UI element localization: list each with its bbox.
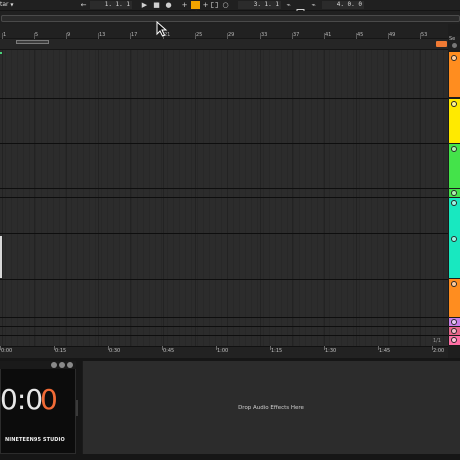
time-label: 0:45 [163, 348, 175, 354]
lane-separator [0, 233, 448, 234]
bar-number-label: 5 [35, 32, 39, 38]
track-3b-activator-icon[interactable] [451, 190, 457, 196]
bar-number-label: 13 [99, 32, 106, 38]
lane-separator [0, 188, 448, 189]
track-3-activator-icon[interactable] [451, 146, 457, 152]
bar-grid-line [163, 50, 164, 346]
time-label: 1:15 [271, 348, 283, 354]
time-label: 1:00 [217, 348, 229, 354]
timer-display-seconds: 0 [40, 383, 58, 416]
set-panel: Se [449, 36, 460, 50]
overview-scroll-bar[interactable] [1, 15, 460, 22]
time-label: 0:00 [1, 348, 13, 354]
transport-bar [0, 0, 460, 11]
tempo-select[interactable]: tar ▼ [0, 1, 14, 9]
bar-grid-line [98, 50, 99, 346]
time-label: 1:30 [325, 348, 337, 354]
track-4b-activator-icon[interactable] [451, 236, 457, 242]
time-label: 2:00 [433, 348, 445, 354]
capture-icon[interactable] [211, 2, 218, 8]
loop-length-field[interactable]: 4. 0. 0 [322, 1, 364, 9]
bar-number-label: 33 [261, 32, 268, 38]
device-save-icon[interactable] [67, 362, 73, 368]
bar-number-label: 37 [293, 32, 300, 38]
track-8-activator-icon[interactable] [451, 337, 457, 343]
loop-toggle-icon[interactable] [296, 1, 305, 15]
bar-grid-line [420, 50, 421, 346]
track-2-activator-icon[interactable] [451, 101, 457, 107]
stop-icon[interactable]: ■ [152, 1, 161, 9]
arrangement-view[interactable] [0, 50, 448, 346]
track-5-activator-icon[interactable] [451, 281, 457, 287]
set-label: Se [449, 36, 456, 42]
track-1-activator-icon[interactable] [451, 55, 457, 61]
loop-brace[interactable] [16, 40, 49, 44]
bar-number-label: 1 [3, 32, 7, 38]
lane-separator [0, 143, 448, 144]
page-indicator: 1/1 [433, 338, 442, 344]
track-7-activator-icon[interactable] [451, 328, 457, 334]
lane-separator [0, 326, 448, 327]
time-label: 0:30 [109, 348, 121, 354]
time-label: 1:45 [379, 348, 391, 354]
drop-zone-label: Drop Audio Effects Here [238, 405, 304, 411]
device-settings-icon[interactable] [59, 362, 65, 368]
lane-separator [0, 279, 448, 280]
set-dot-icon[interactable] [452, 43, 457, 48]
locator-button[interactable] [436, 41, 447, 55]
add-icon[interactable]: + [201, 1, 210, 9]
bar-number-label: 49 [389, 32, 396, 38]
device-power-icon[interactable] [51, 362, 57, 368]
bar-number-label: 17 [131, 32, 138, 38]
bar-grid-line [34, 50, 35, 346]
automation-arm-button[interactable] [191, 1, 200, 15]
lane-separator [0, 317, 448, 318]
chevron-down-icon: ▼ [10, 2, 14, 7]
session-record-icon[interactable]: ○ [221, 1, 230, 9]
record-icon[interactable]: ● [164, 1, 173, 9]
time-label: 0:15 [55, 348, 67, 354]
bar-grid-line [356, 50, 357, 346]
loop-brace-lane[interactable] [0, 39, 448, 50]
track-4-activator-icon[interactable] [451, 200, 457, 206]
device-chain-divider[interactable] [76, 400, 78, 416]
ableton-window: tar ▼ ← 1. 1. 1 ▶ ■ ● + + ○ 3. 1. 1 ⌁ ⌁ … [0, 0, 460, 460]
studio-label: NINETEEN95 STUDIO [5, 437, 65, 443]
bar-grid-line [2, 50, 3, 346]
mouse-cursor-icon [156, 21, 168, 37]
bar-grid-line [66, 50, 67, 346]
track-6-activator-icon[interactable] [451, 319, 457, 325]
bar-grid-line [324, 50, 325, 346]
punch-in-icon[interactable]: ⌁ [284, 1, 293, 9]
tempo-select-value: tar [0, 1, 9, 8]
clip-edge-marker [0, 236, 2, 278]
lane-separator [0, 98, 448, 99]
position-field[interactable]: 1. 1. 1 [90, 1, 132, 9]
bar-grid-line [195, 50, 196, 346]
bar-number-label: 25 [196, 32, 203, 38]
loop-start-field[interactable]: 3. 1. 1 [238, 1, 281, 9]
play-icon[interactable]: ▶ [140, 1, 149, 9]
bar-grid-line [260, 50, 261, 346]
bar-number-label: 45 [357, 32, 364, 38]
lane-separator [0, 197, 448, 198]
bar-number-label: 53 [421, 32, 428, 38]
add-icon[interactable]: + [180, 1, 189, 9]
bar-grid-line [130, 50, 131, 346]
bar-number-label: 9 [67, 32, 71, 38]
punch-out-icon[interactable]: ⌁ [309, 1, 318, 9]
lane-separator [0, 335, 448, 336]
bar-grid-line [388, 50, 389, 346]
bar-number-label: 41 [325, 32, 332, 38]
follow-icon[interactable]: ← [79, 1, 88, 9]
bar-grid-line [227, 50, 228, 346]
bar-number-label: 29 [228, 32, 235, 38]
bar-grid-line [292, 50, 293, 346]
playhead-start-marker [0, 52, 2, 54]
timer-display: 0:0 [0, 383, 43, 416]
